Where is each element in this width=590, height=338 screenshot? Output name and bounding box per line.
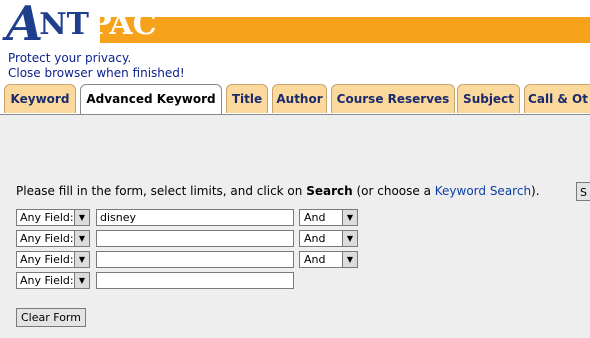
keyword-search-link[interactable]: Keyword Search — [435, 184, 531, 198]
search-tabs: Keyword Advanced Keyword Title Author Co… — [0, 84, 590, 116]
chevron-down-icon: ▼ — [74, 231, 89, 246]
chevron-down-icon: ▼ — [342, 231, 357, 246]
form-instructions: Please fill in the form, select limits, … — [16, 184, 540, 198]
tab-author[interactable]: Author — [272, 84, 327, 113]
chevron-down-icon: ▼ — [342, 210, 357, 225]
field-select-3[interactable]: Any Field: ▼ — [16, 251, 90, 268]
tab-subject[interactable]: Subject — [457, 84, 520, 113]
tab-course-reserves[interactable]: Course Reserves — [331, 84, 455, 113]
instructions-text-end: ). — [531, 184, 540, 198]
field-select-4[interactable]: Any Field: ▼ — [16, 272, 90, 289]
logo-letters-nt: NT — [39, 7, 89, 42]
privacy-line-2: Close browser when finished! — [8, 66, 185, 80]
search-button[interactable]: S — [576, 182, 590, 201]
operator-select-2-value: And — [304, 232, 326, 245]
tab-title[interactable]: Title — [226, 84, 268, 113]
header: ANTPAC — [0, 0, 590, 48]
header-banner — [100, 17, 590, 43]
search-term-input-4[interactable] — [96, 272, 294, 289]
operator-select-3[interactable]: And ▼ — [299, 251, 358, 268]
field-select-2[interactable]: Any Field: ▼ — [16, 230, 90, 247]
clear-form-button[interactable]: Clear Form — [16, 308, 86, 327]
privacy-line-1: Protect your privacy. — [8, 51, 132, 65]
search-panel — [0, 115, 590, 338]
tab-call-number[interactable]: Call & Ot — [524, 84, 590, 113]
logo-letters-pac: PAC — [89, 7, 157, 42]
privacy-notice: Protect your privacy. Close browser when… — [8, 51, 185, 81]
search-term-input-1[interactable]: disney — [96, 209, 294, 226]
tab-advanced-keyword[interactable]: Advanced Keyword — [80, 84, 222, 116]
operator-select-1-value: And — [304, 211, 326, 224]
field-select-2-value: Any Field: — [20, 232, 74, 245]
operator-select-1[interactable]: And ▼ — [299, 209, 358, 226]
field-select-4-value: Any Field: — [20, 274, 74, 287]
chevron-down-icon: ▼ — [74, 273, 89, 288]
field-select-3-value: Any Field: — [20, 253, 74, 266]
logo-letter-a: A — [6, 0, 43, 52]
search-term-input-3[interactable] — [96, 251, 294, 268]
chevron-down-icon: ▼ — [342, 252, 357, 267]
instructions-text: Please fill in the form, select limits, … — [16, 184, 307, 198]
antpac-logo[interactable]: ANTPAC — [6, 0, 157, 48]
chevron-down-icon: ▼ — [74, 252, 89, 267]
operator-select-2[interactable]: And ▼ — [299, 230, 358, 247]
search-term-input-2[interactable] — [96, 230, 294, 247]
tab-keyword[interactable]: Keyword — [4, 84, 76, 113]
chevron-down-icon: ▼ — [74, 210, 89, 225]
field-select-1-value: Any Field: — [20, 211, 74, 224]
instructions-search-word: Search — [306, 184, 353, 198]
field-select-1[interactable]: Any Field: ▼ — [16, 209, 90, 226]
instructions-text-mid: (or choose a — [352, 184, 435, 198]
operator-select-3-value: And — [304, 253, 326, 266]
